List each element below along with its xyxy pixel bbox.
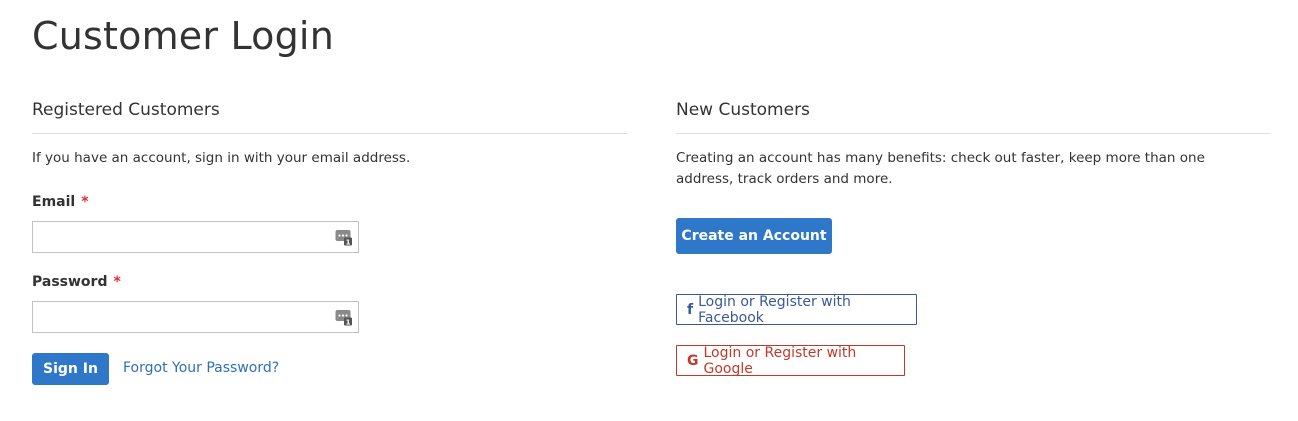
email-field-wrapper: 1: [32, 221, 359, 253]
forgot-password-link[interactable]: Forgot Your Password?: [123, 360, 279, 376]
page-title: Customer Login: [32, 14, 334, 58]
create-account-button[interactable]: Create an Account: [676, 218, 832, 254]
new-customers-block: New Customers Creating an account has ma…: [676, 100, 1271, 377]
facebook-login-button[interactable]: f Login or Register with Facebook: [676, 293, 917, 326]
email-field[interactable]: [33, 222, 358, 252]
new-customers-note: Creating an account has many benefits: c…: [676, 150, 1205, 187]
new-customers-title: New Customers: [676, 100, 1271, 134]
password-field-wrapper: 1: [32, 301, 359, 333]
password-label-text: Password: [32, 274, 108, 290]
required-mark: *: [113, 274, 121, 290]
facebook-login-label: Login or Register with Facebook: [698, 293, 851, 326]
password-manager-icon[interactable]: 1: [335, 229, 352, 246]
password-label: Password *: [32, 274, 121, 290]
google-login-button[interactable]: G Login or Register with Google: [676, 344, 905, 377]
email-label: Email *: [32, 194, 89, 210]
password-field[interactable]: [33, 302, 358, 332]
registered-customers-title: Registered Customers: [32, 100, 627, 134]
password-manager-icon[interactable]: 1: [335, 309, 352, 326]
svg-text:1: 1: [346, 238, 351, 246]
registered-customers-block: Registered Customers If you have an acco…: [32, 100, 627, 385]
facebook-icon: f: [687, 301, 694, 318]
google-icon: G: [687, 352, 699, 369]
email-label-text: Email: [32, 194, 76, 210]
sign-in-button[interactable]: Sign In: [32, 353, 109, 385]
google-login-label: Login or Register with Google: [703, 344, 857, 377]
registered-customers-note: If you have an account, sign in with you…: [32, 150, 411, 166]
svg-text:1: 1: [346, 318, 351, 326]
required-mark: *: [81, 194, 89, 210]
